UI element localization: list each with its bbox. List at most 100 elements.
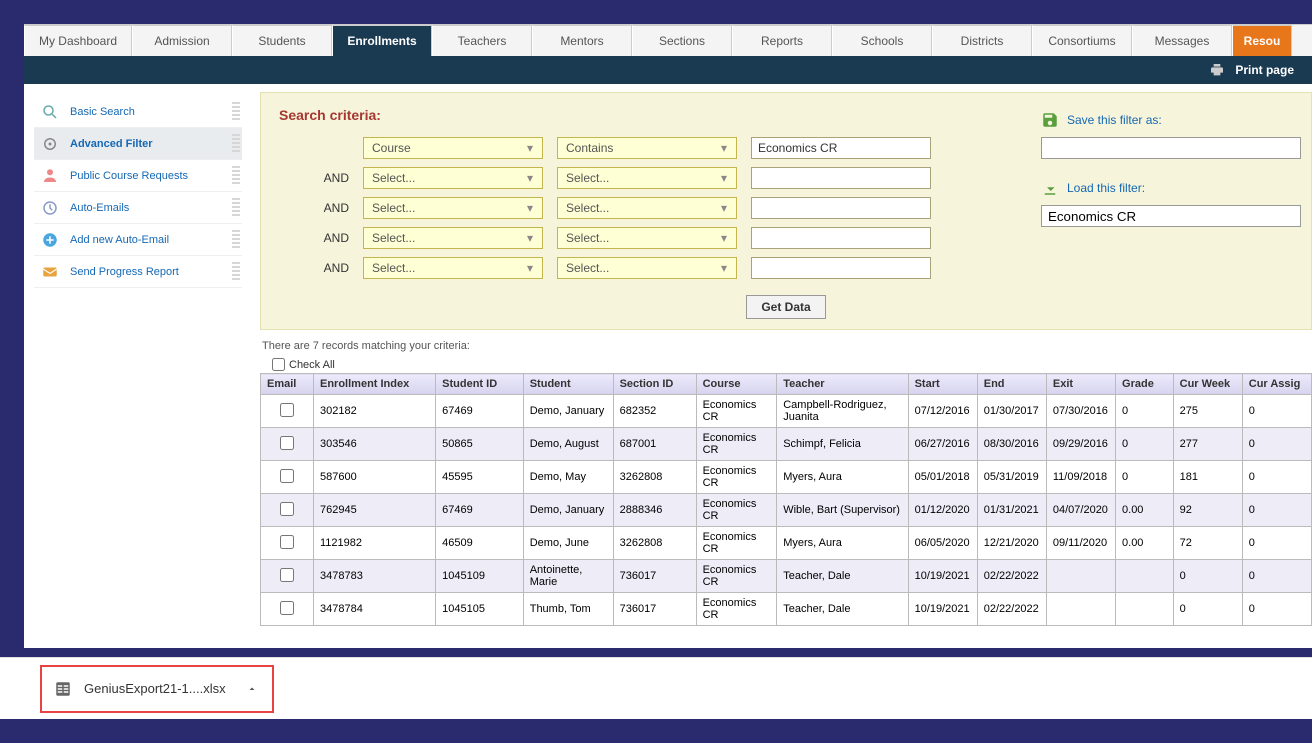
operator-select[interactable]: Contains▾ [557, 137, 737, 159]
check-all-label: Check All [289, 359, 335, 371]
tab-mentors[interactable]: Mentors [532, 25, 632, 56]
table-cell: Myers, Aura [777, 527, 908, 560]
table-cell: 02/22/2022 [977, 560, 1046, 593]
table-cell: 2888346 [613, 494, 696, 527]
tab-sections[interactable]: Sections [632, 25, 732, 56]
sidebar-item-advanced-filter[interactable]: Advanced Filter [34, 128, 242, 160]
sidebar-item-send-progress-report[interactable]: Send Progress Report [34, 256, 242, 288]
table-cell: 736017 [613, 593, 696, 626]
table-cell [261, 428, 314, 461]
table-cell: Schimpf, Felicia [777, 428, 908, 461]
load-filter-label[interactable]: Load this filter: [1067, 181, 1145, 195]
tab-resou[interactable]: Resou [1232, 25, 1292, 56]
table-cell: 09/11/2020 [1046, 527, 1115, 560]
col-header[interactable]: Grade [1116, 374, 1174, 395]
field-select[interactable]: Select...▾ [363, 197, 543, 219]
check-all-checkbox[interactable] [272, 358, 285, 371]
save-filter-label[interactable]: Save this filter as: [1067, 113, 1162, 127]
col-header[interactable]: Course [696, 374, 777, 395]
col-header[interactable]: Student [523, 374, 613, 395]
col-header[interactable]: Teacher [777, 374, 908, 395]
sidebar-item-label: Basic Search [70, 106, 135, 118]
row-checkbox[interactable] [280, 469, 294, 483]
table-cell: 45595 [436, 461, 524, 494]
col-header[interactable]: Cur Assig [1242, 374, 1311, 395]
value-input[interactable] [751, 227, 931, 249]
table-cell: 0.00 [1116, 494, 1174, 527]
table-row: 34787841045105Thumb, Tom736017Economics … [261, 593, 1312, 626]
table-cell: 08/30/2016 [977, 428, 1046, 461]
value-input[interactable] [751, 137, 931, 159]
value-input[interactable] [751, 197, 931, 219]
sidebar-item-public-course-requests[interactable]: Public Course Requests [34, 160, 242, 192]
chevron-up-icon[interactable] [246, 683, 258, 695]
table-cell: Economics CR [696, 428, 777, 461]
tab-enrollments[interactable]: Enrollments [332, 25, 432, 56]
operator-select[interactable]: Select...▾ [557, 167, 737, 189]
table-cell: 04/07/2020 [1046, 494, 1115, 527]
field-select[interactable]: Select...▾ [363, 257, 543, 279]
sidebar-item-label: Auto-Emails [70, 202, 129, 214]
col-header[interactable]: Cur Week [1173, 374, 1242, 395]
row-checkbox[interactable] [280, 502, 294, 516]
and-label: AND [279, 261, 349, 275]
download-filename: GeniusExport21-1....xlsx [84, 681, 226, 696]
grip-icon [232, 102, 240, 122]
tab-districts[interactable]: Districts [932, 25, 1032, 56]
value-input[interactable] [751, 167, 931, 189]
tab-schools[interactable]: Schools [832, 25, 932, 56]
table-cell: Demo, January [523, 494, 613, 527]
field-select[interactable]: Select...▾ [363, 167, 543, 189]
tab-reports[interactable]: Reports [732, 25, 832, 56]
col-header[interactable]: Start [908, 374, 977, 395]
chevron-down-icon: ▾ [716, 170, 732, 186]
table-cell: 181 [1173, 461, 1242, 494]
value-input[interactable] [751, 257, 931, 279]
col-header[interactable]: Enrollment Index [314, 374, 436, 395]
operator-select[interactable]: Select...▾ [557, 227, 737, 249]
operator-select[interactable]: Select...▾ [557, 197, 737, 219]
download-chip[interactable]: GeniusExport21-1....xlsx [40, 665, 274, 713]
field-select[interactable]: Select...▾ [363, 227, 543, 249]
sidebar-item-basic-search[interactable]: Basic Search [34, 96, 242, 128]
table-cell: 05/01/2018 [908, 461, 977, 494]
sidebar-item-auto-emails[interactable]: Auto-Emails [34, 192, 242, 224]
tab-my-dashboard[interactable]: My Dashboard [24, 25, 132, 56]
tab-students[interactable]: Students [232, 25, 332, 56]
table-cell: 01/30/2017 [977, 395, 1046, 428]
sidebar-item-add-new-auto-email[interactable]: Add new Auto-Email [34, 224, 242, 256]
load-filter-input[interactable] [1041, 205, 1301, 227]
row-checkbox[interactable] [280, 403, 294, 417]
and-label: AND [279, 231, 349, 245]
table-cell: Economics CR [696, 395, 777, 428]
table-cell: 67469 [436, 395, 524, 428]
table-cell: Antoinette, Marie [523, 560, 613, 593]
row-checkbox[interactable] [280, 436, 294, 450]
save-filter-icon [1041, 111, 1059, 129]
table-cell: 736017 [613, 560, 696, 593]
print-label[interactable]: Print page [1235, 63, 1294, 77]
save-filter-input[interactable] [1041, 137, 1301, 159]
tab-admission[interactable]: Admission [132, 25, 232, 56]
tab-teachers[interactable]: Teachers [432, 25, 532, 56]
row-checkbox[interactable] [280, 535, 294, 549]
field-select[interactable]: Course▾ [363, 137, 543, 159]
search-criteria-panel: Search criteria: Course▾Contains▾ANDSele… [260, 92, 1312, 330]
col-header[interactable]: Exit [1046, 374, 1115, 395]
table-cell: 1045109 [436, 560, 524, 593]
col-header[interactable]: End [977, 374, 1046, 395]
col-header[interactable]: Section ID [613, 374, 696, 395]
get-data-button[interactable]: Get Data [746, 295, 825, 319]
grip-icon [232, 230, 240, 250]
table-cell: 3262808 [613, 461, 696, 494]
operator-select[interactable]: Select...▾ [557, 257, 737, 279]
table-cell: 06/27/2016 [908, 428, 977, 461]
table-row: 34787831045109Antoinette, Marie736017Eco… [261, 560, 1312, 593]
col-header[interactable]: Student ID [436, 374, 524, 395]
col-header[interactable]: Email [261, 374, 314, 395]
row-checkbox[interactable] [280, 601, 294, 615]
tab-consortiums[interactable]: Consortiums [1032, 25, 1132, 56]
table-cell: 10/19/2021 [908, 593, 977, 626]
row-checkbox[interactable] [280, 568, 294, 582]
tab-messages[interactable]: Messages [1132, 25, 1232, 56]
